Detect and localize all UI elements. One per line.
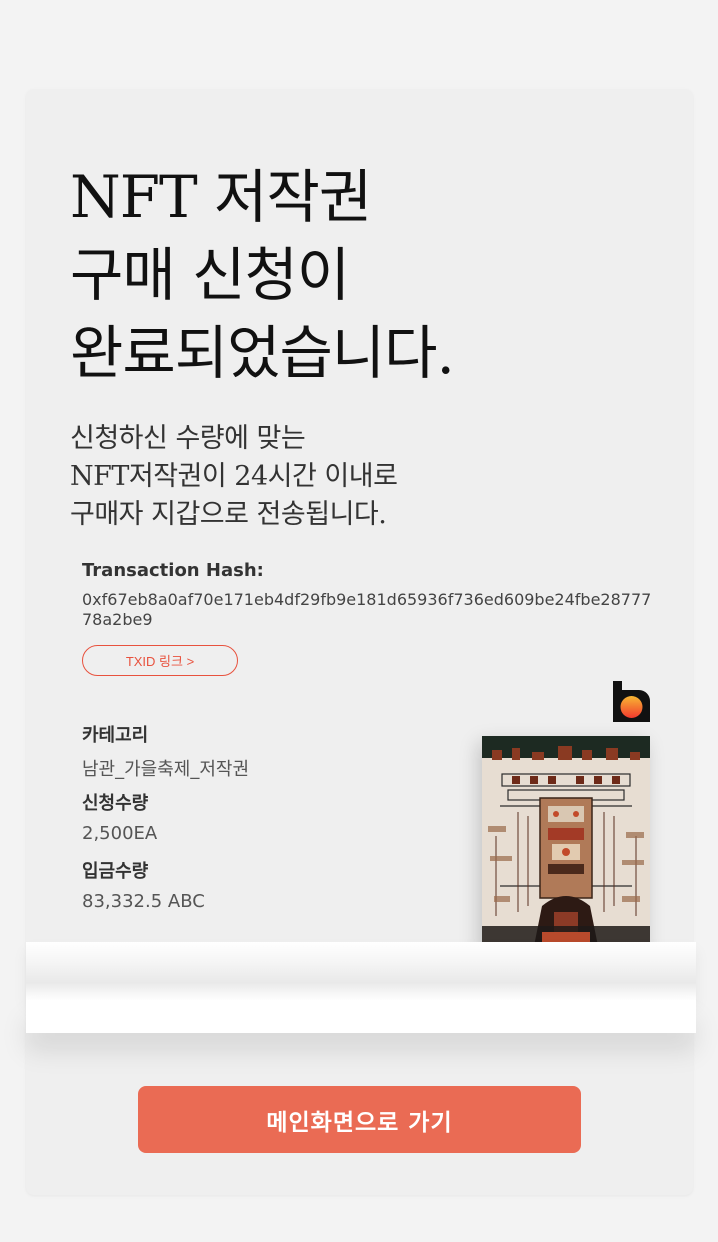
txid-link-button[interactable]: TXID 링크 > xyxy=(82,645,238,676)
transaction-hash-label: Transaction Hash: xyxy=(82,560,264,581)
deposit-label: 입금수량 xyxy=(82,861,149,882)
category-info: 카테고리 남관_가을축제_저작권 xyxy=(82,721,249,781)
description: 신청하신 수량에 맞는 NFT저작권이 24시간 이내로 구매자 지갑으로 전송… xyxy=(70,420,630,534)
description-line-2: NFT저작권이 24시간 이내로 xyxy=(70,461,398,492)
quantity-value: 2,500EA xyxy=(82,823,158,844)
title-line-3: 완료되었습니다. xyxy=(70,319,455,387)
go-to-main-button[interactable]: 메인화면으로 가기 xyxy=(138,1086,581,1153)
shelf-base xyxy=(26,1000,696,1033)
deposit-info: 입금수량 83,332.5 ABC xyxy=(82,857,205,912)
title-line-1: NFT 저작권 xyxy=(70,163,372,231)
title-line-2: 구매 신청이 xyxy=(70,241,350,309)
shelf-shadow xyxy=(26,942,696,1000)
description-line-3: 구매자 지갑으로 전송됩니다. xyxy=(70,499,387,530)
category-label: 카테고리 xyxy=(82,725,149,746)
quantity-label: 신청수량 xyxy=(82,793,149,814)
page-title: NFT 저작권 구매 신청이 완료되었습니다. xyxy=(70,158,630,392)
deposit-value: 83,332.5 ABC xyxy=(82,891,205,912)
transaction-hash-value: 0xf67eb8a0af70e171eb4df29fb9e181d65936f7… xyxy=(82,590,652,629)
category-value: 남관_가을축제_저작권 xyxy=(82,759,250,780)
brand-logo-icon xyxy=(613,681,650,722)
description-line-1: 신청하신 수량에 맞는 xyxy=(70,423,306,454)
nft-artwork-image xyxy=(482,736,650,956)
quantity-info: 신청수량 2,500EA xyxy=(82,789,157,844)
